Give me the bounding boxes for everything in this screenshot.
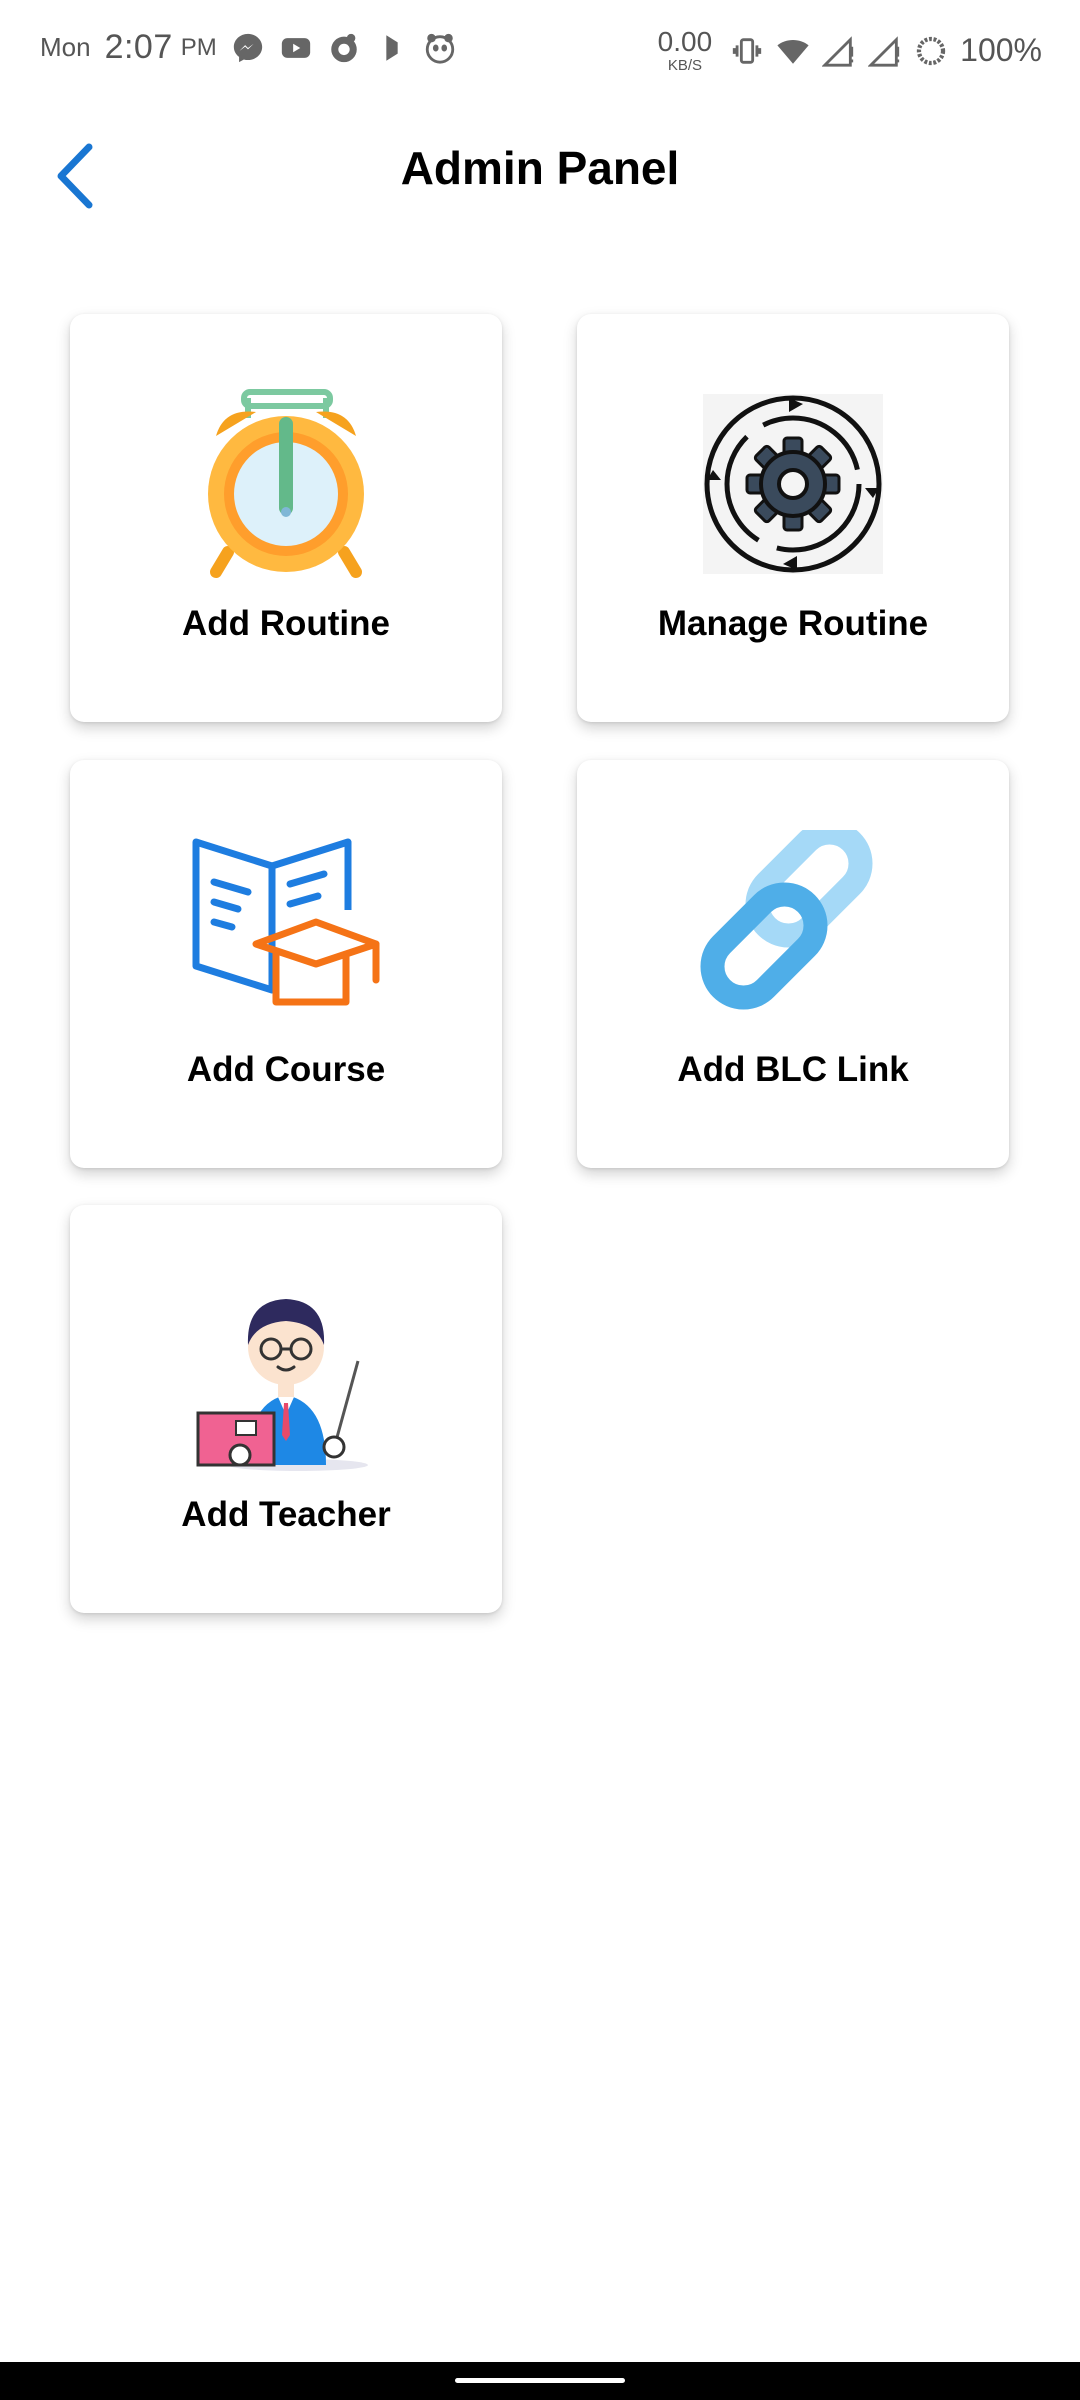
battery-percent: 100% [960,32,1042,68]
network-speed: 0.00 KB/S [657,26,713,74]
status-right: 0.00 KB/S 100% [657,26,1042,74]
messenger-icon [233,33,262,62]
add-blc-link-label: Add BLC Link [677,1050,909,1089]
manage-routine-label: Manage Routine [657,604,929,643]
gear-cycle-icon [703,394,883,574]
network-speed-value: 0.00 [657,26,713,57]
add-teacher-card[interactable]: Add Teacher [70,1205,502,1613]
page-title: Admin Panel [400,142,680,194]
navigation-bar [0,2362,1080,2400]
teacher-icon [196,1299,368,1471]
status-ampm: PM [180,33,217,61]
bell-app-icon [386,34,398,61]
wifi-icon [777,39,809,64]
signal-icon [822,35,854,67]
status-bar: Mon 2:07 PM 0.00 KB/S 100% [0,0,1080,100]
add-course-label: Add Course [186,1050,386,1089]
add-course-card[interactable]: Add Course [70,760,502,1168]
home-gesture-handle[interactable] [455,2378,625,2383]
battery-icon [916,36,946,65]
manage-routine-card[interactable]: Manage Routine [577,314,1009,722]
add-blc-link-card[interactable]: Add BLC Link [577,760,1009,1168]
signal-icon [868,35,900,67]
add-teacher-label: Add Teacher [181,1495,391,1534]
book-graduation-cap-icon [192,838,380,1006]
vibrate-icon [732,37,762,64]
status-time: 2:07 [104,28,173,66]
status-day: Mon [40,32,91,62]
link-chain-icon [700,830,873,1010]
add-routine-label: Add Routine [181,604,391,643]
youtube-icon [281,37,310,58]
app-icon [331,33,357,62]
panda-icon [425,33,454,64]
status-left: Mon 2:07 PM [40,28,457,67]
add-routine-card[interactable]: Add Routine [70,314,502,722]
alarm-clock-icon [208,389,364,578]
app-header: Admin Panel [0,100,1080,240]
network-speed-unit: KB/S [667,57,702,74]
